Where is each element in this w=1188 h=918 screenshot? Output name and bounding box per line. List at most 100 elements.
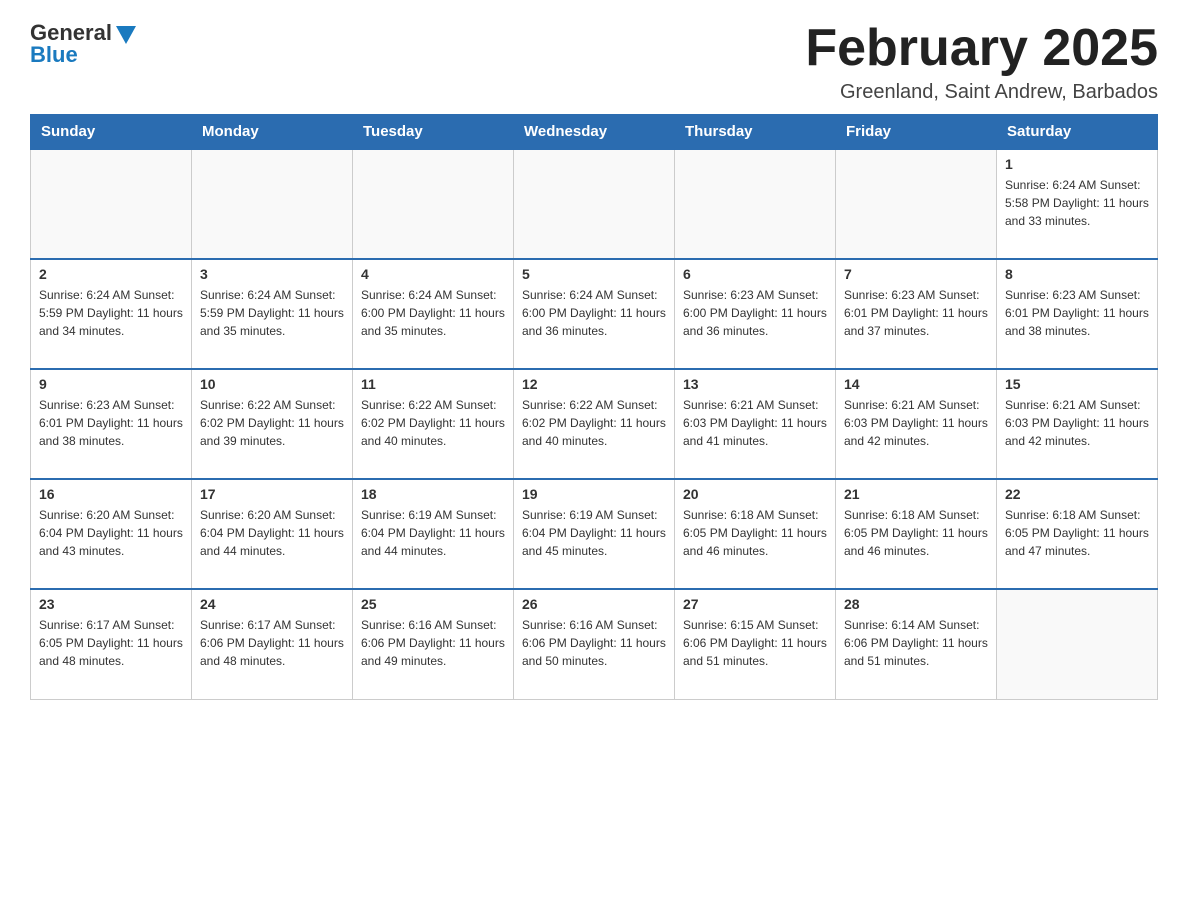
calendar-cell: 11 Sunrise: 6:22 AM Sunset: 6:02 PM Dayli… bbox=[353, 369, 514, 479]
day-number: 23 bbox=[39, 596, 183, 612]
day-info: Sunrise: 6:22 AM Sunset: 6:02 PM Dayligh… bbox=[200, 396, 344, 450]
calendar-cell: 10 Sunrise: 6:22 AM Sunset: 6:02 PM Dayli… bbox=[192, 369, 353, 479]
day-info: Sunrise: 6:24 AM Sunset: 6:00 PM Dayligh… bbox=[522, 286, 666, 340]
calendar-cell: 26 Sunrise: 6:16 AM Sunset: 6:06 PM Dayli… bbox=[514, 589, 675, 699]
day-info: Sunrise: 6:20 AM Sunset: 6:04 PM Dayligh… bbox=[39, 506, 183, 560]
logo-blue-text: Blue bbox=[30, 42, 78, 68]
day-info: Sunrise: 6:17 AM Sunset: 6:05 PM Dayligh… bbox=[39, 616, 183, 670]
day-of-week-header: Wednesday bbox=[514, 115, 675, 150]
calendar-cell: 14 Sunrise: 6:21 AM Sunset: 6:03 PM Dayli… bbox=[836, 369, 997, 479]
calendar-cell: 22 Sunrise: 6:18 AM Sunset: 6:05 PM Dayli… bbox=[997, 479, 1158, 589]
day-of-week-header: Thursday bbox=[675, 115, 836, 150]
day-info: Sunrise: 6:24 AM Sunset: 6:00 PM Dayligh… bbox=[361, 286, 505, 340]
day-number: 11 bbox=[361, 376, 505, 392]
day-info: Sunrise: 6:16 AM Sunset: 6:06 PM Dayligh… bbox=[522, 616, 666, 670]
calendar-cell: 18Sunrise: 6:19 AM Sunset: 6:04 PM Dayli… bbox=[353, 479, 514, 589]
calendar-cell: 25 Sunrise: 6:16 AM Sunset: 6:06 PM Dayli… bbox=[353, 589, 514, 699]
day-of-week-header: Monday bbox=[192, 115, 353, 150]
day-number: 27 bbox=[683, 596, 827, 612]
day-info: Sunrise: 6:24 AM Sunset: 5:58 PM Dayligh… bbox=[1005, 176, 1149, 230]
day-number: 5 bbox=[522, 266, 666, 282]
day-number: 24 bbox=[200, 596, 344, 612]
day-number: 17 bbox=[200, 486, 344, 502]
day-number: 6 bbox=[683, 266, 827, 282]
day-of-week-header: Tuesday bbox=[353, 115, 514, 150]
day-info: Sunrise: 6:21 AM Sunset: 6:03 PM Dayligh… bbox=[844, 396, 988, 450]
calendar-cell: 21 Sunrise: 6:18 AM Sunset: 6:05 PM Dayli… bbox=[836, 479, 997, 589]
calendar-cell: 24 Sunrise: 6:17 AM Sunset: 6:06 PM Dayli… bbox=[192, 589, 353, 699]
day-info: Sunrise: 6:18 AM Sunset: 6:05 PM Dayligh… bbox=[1005, 506, 1149, 560]
calendar-cell bbox=[514, 149, 675, 259]
day-info: Sunrise: 6:21 AM Sunset: 6:03 PM Dayligh… bbox=[1005, 396, 1149, 450]
day-number: 2 bbox=[39, 266, 183, 282]
calendar-cell: 20Sunrise: 6:18 AM Sunset: 6:05 PM Dayli… bbox=[675, 479, 836, 589]
day-number: 26 bbox=[522, 596, 666, 612]
calendar-cell: 2Sunrise: 6:24 AM Sunset: 5:59 PM Daylig… bbox=[31, 259, 192, 369]
calendar-cell bbox=[192, 149, 353, 259]
day-info: Sunrise: 6:20 AM Sunset: 6:04 PM Dayligh… bbox=[200, 506, 344, 560]
day-number: 22 bbox=[1005, 486, 1149, 502]
calendar-week-row: 1Sunrise: 6:24 AM Sunset: 5:58 PM Daylig… bbox=[31, 149, 1158, 259]
day-info: Sunrise: 6:24 AM Sunset: 5:59 PM Dayligh… bbox=[200, 286, 344, 340]
day-number: 28 bbox=[844, 596, 988, 612]
calendar-cell: 27 Sunrise: 6:15 AM Sunset: 6:06 PM Dayli… bbox=[675, 589, 836, 699]
calendar-week-row: 23 Sunrise: 6:17 AM Sunset: 6:05 PM Dayli… bbox=[31, 589, 1158, 699]
calendar-cell: 16Sunrise: 6:20 AM Sunset: 6:04 PM Dayli… bbox=[31, 479, 192, 589]
calendar-cell: 7Sunrise: 6:23 AM Sunset: 6:01 PM Daylig… bbox=[836, 259, 997, 369]
calendar-cell bbox=[675, 149, 836, 259]
location-subtitle: Greenland, Saint Andrew, Barbados bbox=[805, 81, 1158, 104]
calendar-week-row: 16Sunrise: 6:20 AM Sunset: 6:04 PM Dayli… bbox=[31, 479, 1158, 589]
calendar-cell: 5 Sunrise: 6:24 AM Sunset: 6:00 PM Daylig… bbox=[514, 259, 675, 369]
calendar-week-row: 9 Sunrise: 6:23 AM Sunset: 6:01 PM Daylig… bbox=[31, 369, 1158, 479]
day-info: Sunrise: 6:23 AM Sunset: 6:00 PM Dayligh… bbox=[683, 286, 827, 340]
day-info: Sunrise: 6:18 AM Sunset: 6:05 PM Dayligh… bbox=[683, 506, 827, 560]
day-number: 13 bbox=[683, 376, 827, 392]
day-number: 25 bbox=[361, 596, 505, 612]
day-of-week-header: Sunday bbox=[31, 115, 192, 150]
day-number: 10 bbox=[200, 376, 344, 392]
day-number: 3 bbox=[200, 266, 344, 282]
logo-triangle-icon bbox=[116, 26, 136, 44]
day-info: Sunrise: 6:16 AM Sunset: 6:06 PM Dayligh… bbox=[361, 616, 505, 670]
calendar-cell: 4 Sunrise: 6:24 AM Sunset: 6:00 PM Daylig… bbox=[353, 259, 514, 369]
day-number: 15 bbox=[1005, 376, 1149, 392]
calendar-cell: 15 Sunrise: 6:21 AM Sunset: 6:03 PM Dayli… bbox=[997, 369, 1158, 479]
day-number: 14 bbox=[844, 376, 988, 392]
day-of-week-header: Friday bbox=[836, 115, 997, 150]
day-number: 4 bbox=[361, 266, 505, 282]
day-info: Sunrise: 6:15 AM Sunset: 6:06 PM Dayligh… bbox=[683, 616, 827, 670]
calendar-cell: 6 Sunrise: 6:23 AM Sunset: 6:00 PM Daylig… bbox=[675, 259, 836, 369]
day-info: Sunrise: 6:23 AM Sunset: 6:01 PM Dayligh… bbox=[1005, 286, 1149, 340]
day-info: Sunrise: 6:14 AM Sunset: 6:06 PM Dayligh… bbox=[844, 616, 988, 670]
day-info: Sunrise: 6:17 AM Sunset: 6:06 PM Dayligh… bbox=[200, 616, 344, 670]
day-number: 7 bbox=[844, 266, 988, 282]
day-number: 12 bbox=[522, 376, 666, 392]
day-info: Sunrise: 6:22 AM Sunset: 6:02 PM Dayligh… bbox=[522, 396, 666, 450]
day-info: Sunrise: 6:21 AM Sunset: 6:03 PM Dayligh… bbox=[683, 396, 827, 450]
day-number: 21 bbox=[844, 486, 988, 502]
calendar-header-row: SundayMondayTuesdayWednesdayThursdayFrid… bbox=[31, 115, 1158, 150]
calendar-cell: 13 Sunrise: 6:21 AM Sunset: 6:03 PM Dayli… bbox=[675, 369, 836, 479]
day-info: Sunrise: 6:23 AM Sunset: 6:01 PM Dayligh… bbox=[39, 396, 183, 450]
day-number: 8 bbox=[1005, 266, 1149, 282]
day-number: 18 bbox=[361, 486, 505, 502]
calendar-cell: 23 Sunrise: 6:17 AM Sunset: 6:05 PM Dayli… bbox=[31, 589, 192, 699]
calendar-table: SundayMondayTuesdayWednesdayThursdayFrid… bbox=[30, 114, 1158, 700]
calendar-cell: 8 Sunrise: 6:23 AM Sunset: 6:01 PM Daylig… bbox=[997, 259, 1158, 369]
calendar-cell bbox=[353, 149, 514, 259]
calendar-cell bbox=[997, 589, 1158, 699]
calendar-week-row: 2 Sunrise: 6:24 AM Sunset: 5:59 PM Daylig… bbox=[31, 259, 1158, 369]
day-number: 19 bbox=[522, 486, 666, 502]
title-block: February 2025 Greenland, Saint Andrew, B… bbox=[805, 20, 1158, 104]
day-number: 9 bbox=[39, 376, 183, 392]
day-info: Sunrise: 6:18 AM Sunset: 6:05 PM Dayligh… bbox=[844, 506, 988, 560]
day-of-week-header: Saturday bbox=[997, 115, 1158, 150]
month-title: February 2025 bbox=[805, 20, 1158, 77]
calendar-cell: 9 Sunrise: 6:23 AM Sunset: 6:01 PM Daylig… bbox=[31, 369, 192, 479]
day-info: Sunrise: 6:19 AM Sunset: 6:04 PM Dayligh… bbox=[522, 506, 666, 560]
calendar-cell: 12 Sunrise: 6:22 AM Sunset: 6:02 PM Dayli… bbox=[514, 369, 675, 479]
logo: General Blue bbox=[30, 20, 136, 68]
calendar-cell bbox=[836, 149, 997, 259]
calendar-cell: 3 Sunrise: 6:24 AM Sunset: 5:59 PM Daylig… bbox=[192, 259, 353, 369]
day-info: Sunrise: 6:22 AM Sunset: 6:02 PM Dayligh… bbox=[361, 396, 505, 450]
